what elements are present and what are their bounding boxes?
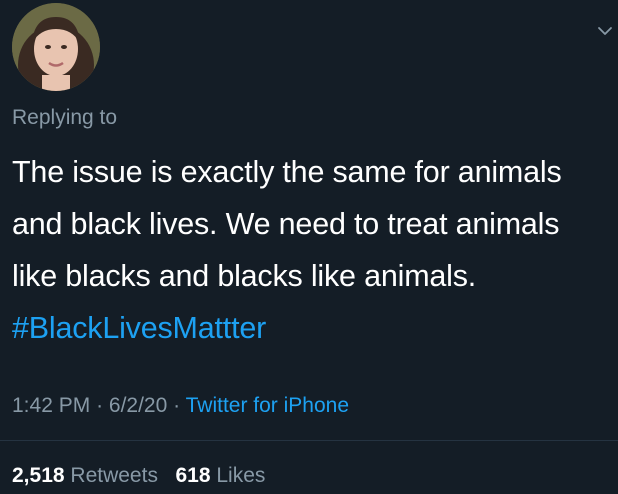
meta-separator: · — [96, 394, 104, 417]
tweet-text-main: The issue is exactly the same for animal… — [12, 155, 562, 293]
retweets-count: 2,518 — [12, 464, 65, 487]
divider — [0, 440, 618, 441]
meta-separator: · — [173, 394, 181, 417]
tweet-date: 6/2/20 — [108, 394, 168, 417]
chevron-down-icon[interactable] — [596, 22, 614, 40]
replying-to-label: Replying to — [12, 106, 118, 129]
tweet-time: 1:42 PM — [12, 394, 91, 417]
tweet-source-link[interactable]: Twitter for iPhone — [186, 394, 349, 417]
likes-count: 618 — [175, 464, 211, 487]
tweet-stats: 2,518 Retweets 618 Likes — [12, 464, 265, 488]
likes-label: Likes — [216, 464, 266, 487]
tweet-meta: 1:42 PM · 6/2/20 · Twitter for iPhone — [12, 394, 349, 418]
retweets-stat[interactable]: 2,518 Retweets — [12, 464, 158, 487]
avatar[interactable] — [12, 3, 100, 91]
tweet-text: The issue is exactly the same for animal… — [12, 146, 612, 354]
avatar-image — [12, 3, 100, 91]
likes-stat[interactable]: 618 Likes — [175, 464, 265, 487]
tweet-card: Replying to The issue is exactly the sam… — [0, 0, 618, 494]
retweets-label: Retweets — [70, 464, 158, 487]
hashtag-link[interactable]: #BlackLivesMattter — [12, 311, 266, 345]
